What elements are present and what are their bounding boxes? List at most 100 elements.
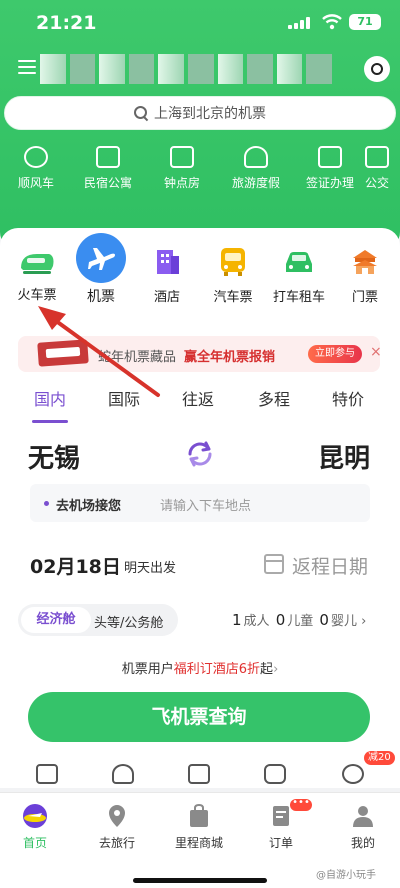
adult-label: 成人 [243,614,270,629]
swap-cities-icon[interactable] [184,438,216,470]
nav-travel[interactable]: 去旅行 [82,803,152,851]
nav-label: 里程商城 [174,836,223,850]
menu-icon[interactable] [18,60,36,76]
infant-count: 0 [319,611,329,629]
adult-count: 1 [232,611,242,629]
category-label: 机票 [87,289,115,305]
profile-icon [353,806,373,827]
benefit-discount: 6折 [238,662,261,677]
tab-multi-city[interactable]: 多程 [258,386,290,410]
cabin-economy-option[interactable]: 经济舱 [21,607,91,633]
category-coach[interactable]: 汽车票 [198,244,268,305]
help-ticket-icon[interactable] [188,764,210,784]
status-time: 21:21 [36,12,97,34]
train-icon [21,254,54,274]
passenger-selector[interactable]: 1 成人 0 儿童 0 婴儿 › [230,610,366,629]
battery-indicator: 71 [349,14,381,30]
quick-icon-row [0,758,400,788]
hotel-icon [157,250,179,274]
service-label: 公交 [364,176,389,190]
category-tickets[interactable]: 门票 [330,244,400,305]
header-row [0,50,400,88]
tab-round-trip[interactable]: 往返 [182,386,214,410]
discount-coin-icon[interactable] [342,764,364,784]
benefit-highlight: 福利订 [173,662,213,677]
service-bus[interactable]: 公交 [354,146,400,191]
service-homestay[interactable]: 民宿公寓 [68,146,148,191]
category-flight[interactable]: 机票 [66,232,136,306]
promo-highlight: 赢全年机票报销 [184,350,276,365]
rental-car-icon[interactable] [264,764,286,784]
wifi-icon [322,14,342,30]
airport-pickup-field[interactable]: 去机场接您 请输入下车地点 [30,484,370,522]
trip-type-tabs: 国内 国际 往返 多程 特价 [0,386,400,423]
service-hourly-room[interactable]: 钟点房 [142,146,222,191]
benefit-suffix: 起 [260,662,274,677]
airplane-icon [76,233,126,283]
category-label: 酒店 [153,290,180,305]
tab-special-offers[interactable]: 特价 [332,386,364,410]
category-label: 打车租车 [272,290,325,305]
child-count: 0 [275,611,286,629]
departure-date-note: 明天出发 [124,561,177,576]
category-label: 火车票 [17,288,57,303]
nav-mileage-mall[interactable]: 里程商城 [164,803,234,851]
cabin-business-option[interactable]: 头等/公务舱 [94,612,163,631]
location-pin-icon [109,805,125,827]
ticket-icon[interactable] [36,764,58,784]
taxi-icon [286,252,312,272]
status-bar: 21:21 71 [0,0,400,44]
service-row: 顺风车 民宿公寓 钟点房 旅游度假 签证办理 公交 [0,146,400,202]
service-label: 旅游度假 [231,176,280,190]
category-hotel[interactable]: 酒店 [132,244,202,305]
promo-join-button[interactable]: 立即参与 [308,345,362,363]
service-vacation[interactable]: 旅游度假 [216,146,296,191]
shopping-bag-icon [190,803,208,827]
infant-label: 婴儿 [330,614,357,629]
bullet-dot [44,501,49,506]
category-train[interactable]: 火车票 [2,244,72,303]
pickup-title: 去机场接您 [56,499,122,514]
search-icon [134,106,148,120]
discount-badge: 减20 [364,751,395,765]
category-taxi[interactable]: 打车租车 [264,244,334,305]
nav-label: 订单 [268,836,293,850]
return-date[interactable]: 返程日期 [292,552,368,579]
departure-date[interactable]: 02月18日 [30,552,121,579]
flight-search-button[interactable]: 飞机票查询 [28,692,370,742]
search-bar[interactable]: 上海到北京的机票 [4,96,396,130]
service-label: 民宿公寓 [83,176,132,190]
nav-profile[interactable]: 我的 [328,803,398,851]
coach-icon [221,248,245,276]
benefit-hotel: 酒店 [212,662,239,677]
promo-banner[interactable]: 蛇年机票藏品 赢全年机票报销 立即参与 × [18,336,382,372]
tab-international[interactable]: 国际 [108,386,140,410]
nav-home[interactable]: 首页 [0,803,70,851]
arrival-city[interactable]: 昆明 [318,438,370,475]
cabin-class-toggle: 经济舱 头等/公务舱 [18,604,178,636]
home-indicator [133,878,267,883]
orders-badge: ••• [290,798,312,811]
scan-icon[interactable] [364,56,390,82]
chevron-right-icon: › [361,614,367,629]
service-label: 顺风车 [17,176,54,190]
promo-text: 蛇年机票藏品 [98,350,177,365]
calendar-icon [264,554,284,574]
ticket-gate-icon [353,250,377,274]
nav-label: 去旅行 [98,836,135,850]
benefit-prefix: 机票用户 [121,662,174,677]
service-carpool[interactable]: 顺风车 [0,146,76,191]
car-service-icon[interactable] [112,764,134,784]
visa-icon [318,146,342,168]
category-label: 汽车票 [213,290,253,305]
hotel-benefit-link[interactable]: 机票用户福利订酒店6折起› [0,658,400,677]
promo-ticket-icon [37,339,89,367]
tab-domestic[interactable]: 国内 [34,386,66,410]
nav-label: 我的 [350,836,375,850]
close-icon[interactable]: × [370,344,382,360]
bus-icon [365,146,389,168]
cellular-signal-icon [288,17,310,29]
pickup-placeholder: 请输入下车地点 [160,499,252,514]
child-label: 儿童 [287,614,314,629]
departure-city[interactable]: 无锡 [28,438,80,475]
